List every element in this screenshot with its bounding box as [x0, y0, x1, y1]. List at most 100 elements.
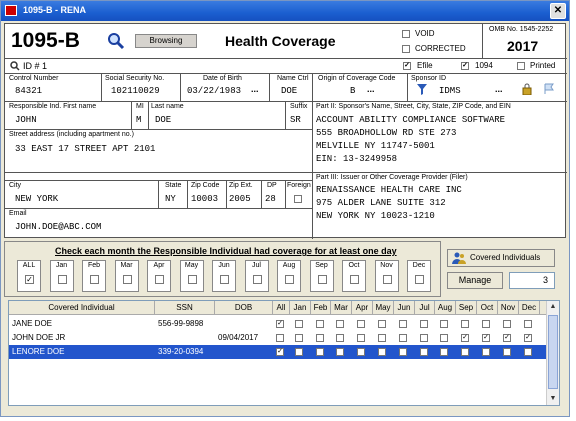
grid-header-cell[interactable]: May [373, 301, 394, 315]
month-checkbox[interactable] [252, 275, 262, 284]
dob-field[interactable]: 03/22/1983 [187, 86, 241, 96]
scroll-down-icon[interactable]: ▼ [547, 393, 559, 405]
suffix-field[interactable]: SR [290, 115, 301, 125]
month-checkbox[interactable] [382, 275, 392, 284]
grid-month-checkbox[interactable] [316, 348, 324, 356]
grid-header-cell[interactable]: Mar [331, 301, 352, 315]
grid-month-checkbox[interactable] [524, 320, 532, 328]
grid-month-checkbox[interactable] [399, 320, 407, 328]
month-checkbox[interactable] [317, 275, 327, 284]
grid-month-checkbox[interactable] [378, 348, 386, 356]
month-checkbox[interactable] [122, 275, 132, 284]
flag-icon[interactable] [543, 83, 555, 95]
grid-header-cell[interactable]: Jan [290, 301, 311, 315]
table-row[interactable]: JANE DOE 556-99-9898 ✓ [9, 317, 546, 331]
search-icon[interactable] [107, 32, 125, 50]
month-checkbox[interactable] [350, 275, 359, 284]
grid-header-cell[interactable]: SSN [155, 301, 215, 315]
grid-month-checkbox[interactable] [316, 334, 324, 342]
grid-month-checkbox[interactable] [503, 320, 511, 328]
grid-header-cell[interactable]: All [273, 301, 290, 315]
grid-month-checkbox[interactable] [461, 348, 469, 356]
grid-month-checkbox[interactable] [336, 348, 344, 356]
grid-month-checkbox[interactable] [440, 320, 448, 328]
grid-month-checkbox[interactable] [357, 334, 365, 342]
grid-month-checkbox[interactable] [399, 334, 407, 342]
month-checkbox[interactable] [220, 275, 229, 284]
sponsor-id-button[interactable]: ... [495, 84, 503, 94]
foreign-checkbox[interactable] [294, 195, 302, 203]
grid-month-checkbox[interactable] [461, 320, 469, 328]
manage-button[interactable]: Manage [447, 272, 503, 289]
grid-month-checkbox[interactable] [316, 320, 324, 328]
dp-field[interactable]: 28 [265, 194, 276, 204]
grid-month-checkbox[interactable] [295, 320, 303, 328]
grid-month-checkbox[interactable]: ✓ [503, 334, 511, 342]
grid-month-checkbox[interactable] [295, 348, 303, 356]
grid-month-checkbox[interactable] [357, 348, 365, 356]
grid-month-checkbox[interactable] [399, 348, 407, 356]
grid-month-checkbox[interactable]: ✓ [276, 320, 284, 328]
grid-month-checkbox[interactable] [503, 348, 511, 356]
grid-header-cell[interactable]: Apr [352, 301, 373, 315]
grid-month-checkbox[interactable] [378, 320, 386, 328]
origin-code-field[interactable]: B [350, 86, 355, 96]
browsing-button[interactable]: Browsing [135, 34, 197, 48]
grid-month-checkbox[interactable] [276, 334, 284, 342]
grid-header-cell[interactable]: DOB [215, 301, 273, 315]
month-checkbox[interactable]: ✓ [25, 275, 34, 284]
printed-checkbox[interactable] [517, 62, 525, 70]
mi-field[interactable]: M [136, 115, 141, 125]
first-name-field[interactable]: JOHN [15, 115, 37, 125]
grid-month-checkbox[interactable] [357, 320, 365, 328]
grid-header-cell[interactable]: Jun [394, 301, 415, 315]
zip-field[interactable]: 10003 [191, 194, 218, 204]
covered-individuals-button[interactable]: Covered Individuals [447, 249, 555, 267]
month-checkbox[interactable] [285, 275, 294, 284]
grid-header-cell[interactable]: Dec [519, 301, 540, 315]
grid-header-cell[interactable]: Sep [456, 301, 477, 315]
grid-month-checkbox[interactable] [420, 334, 428, 342]
origin-code-button[interactable]: ... [367, 84, 375, 94]
grid-scrollbar[interactable]: ▲ ▼ [546, 301, 559, 405]
grid-month-checkbox[interactable] [420, 348, 428, 356]
void-checkbox[interactable] [402, 30, 410, 38]
grid-header-cell[interactable]: Covered Individual [9, 301, 155, 315]
grid-month-checkbox[interactable]: ✓ [524, 334, 532, 342]
email-field[interactable]: JOHN.DOE@ABC.COM [15, 222, 101, 232]
table-row[interactable]: JOHN DOE JR 09/04/2017 ✓ ✓ ✓ ✓ [9, 331, 546, 345]
month-checkbox[interactable] [155, 275, 164, 284]
grid-month-checkbox[interactable] [440, 348, 448, 356]
grid-header-cell[interactable]: Feb [311, 301, 331, 315]
grid-month-checkbox[interactable] [295, 334, 303, 342]
month-checkbox[interactable] [57, 275, 67, 284]
corrected-checkbox[interactable] [402, 45, 410, 53]
form-1094-checkbox[interactable]: ✓ [461, 62, 469, 70]
sponsor-id-field[interactable]: IDMS [439, 86, 461, 96]
city-field[interactable]: NEW YORK [15, 194, 58, 204]
grid-month-checkbox[interactable]: ✓ [276, 348, 284, 356]
grid-month-checkbox[interactable] [440, 334, 448, 342]
table-row[interactable]: LENORE DOE 339-20-0394 ✓ [9, 345, 546, 359]
state-field[interactable]: NY [165, 194, 176, 204]
grid-header-cell[interactable]: Aug [435, 301, 456, 315]
grid-month-checkbox[interactable]: ✓ [482, 334, 490, 342]
dob-picker-button[interactable]: ... [251, 84, 259, 94]
month-checkbox[interactable] [187, 275, 197, 284]
grid-month-checkbox[interactable] [482, 320, 490, 328]
grid-month-checkbox[interactable] [524, 348, 532, 356]
filter-icon[interactable] [417, 84, 427, 95]
last-name-field[interactable]: DOE [155, 115, 171, 125]
month-checkbox[interactable] [90, 275, 99, 284]
control-number-field[interactable]: 84321 [15, 86, 42, 96]
grid-month-checkbox[interactable] [420, 320, 428, 328]
lock-icon[interactable] [521, 83, 533, 95]
grid-month-checkbox[interactable]: ✓ [461, 334, 469, 342]
ssn-field[interactable]: 102110029 [111, 86, 160, 96]
grid-header-cell[interactable]: Oct [477, 301, 498, 315]
grid-header-cell[interactable]: Jul [415, 301, 435, 315]
month-checkbox[interactable] [415, 275, 424, 284]
scroll-up-icon[interactable]: ▲ [547, 301, 559, 313]
close-button[interactable]: ✕ [550, 3, 566, 19]
zip-ext-field[interactable]: 2005 [229, 194, 251, 204]
